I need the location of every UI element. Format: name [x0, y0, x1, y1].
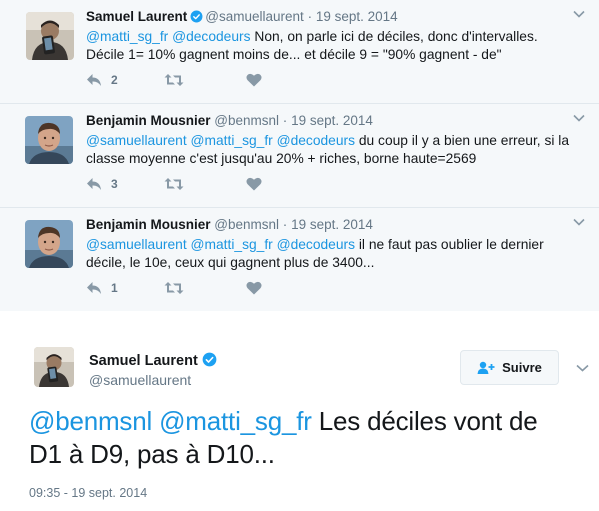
conversation-tweet[interactable]: Samuel Laurent @samuellaurent · 19 sept. …: [0, 0, 599, 104]
author-handle[interactable]: @benmsnl: [214, 113, 279, 128]
main-author-name-text[interactable]: Samuel Laurent: [89, 353, 198, 369]
like-button[interactable]: [246, 72, 271, 88]
mention-links[interactable]: @samuellaurent @matti_sg_fr @decodeurs: [86, 237, 355, 252]
reply-count: 1: [111, 281, 118, 295]
reply-icon: [87, 74, 101, 86]
tweet-text-line2: décile, le 10e, ceux qui gagnent plus de…: [86, 255, 375, 270]
main-author-handle[interactable]: @samuellaurent: [89, 372, 191, 388]
like-button[interactable]: [246, 176, 271, 192]
tweet-date[interactable]: 19 sept. 2014: [291, 113, 373, 128]
reply-button[interactable]: 2: [86, 72, 118, 88]
retweet-icon: [164, 282, 184, 294]
mention-links[interactable]: @matti_sg_fr @decodeurs: [86, 29, 251, 44]
tweet-header: Samuel Laurent @samuellaurent · 19 sept. …: [86, 9, 398, 24]
reply-button[interactable]: 1: [86, 280, 118, 296]
tweet-text-line2: classe moyenne c'est jusqu'au 20% + rich…: [86, 151, 477, 166]
main-author-name[interactable]: Samuel Laurent: [89, 352, 219, 369]
mention-link[interactable]: @benmsnl: [29, 406, 152, 436]
reply-icon: [87, 178, 101, 190]
mention-link[interactable]: @matti_sg_fr: [159, 406, 312, 436]
separator-dot: ·: [282, 113, 288, 128]
conversation-tweet[interactable]: Benjamin Mousnier @benmsnl · 19 sept. 20…: [0, 208, 599, 312]
follow-person-icon: [477, 361, 495, 374]
reply-button[interactable]: 3: [86, 176, 118, 192]
follow-button[interactable]: Suivre: [460, 350, 559, 385]
like-button[interactable]: [246, 280, 271, 296]
mention-links[interactable]: @samuellaurent @matti_sg_fr @decodeurs: [86, 133, 355, 148]
retweet-icon: [164, 74, 184, 86]
tweet-timestamp[interactable]: 09:35 - 19 sept. 2014: [29, 486, 147, 500]
tweet-text-line1: Non, on parle ici de déciles, donc d'int…: [250, 29, 538, 44]
tweet-text: @matti_sg_fr @decodeurs Non, on parle ic…: [86, 28, 586, 64]
follow-button-label: Suivre: [502, 360, 542, 375]
chevron-down-icon[interactable]: [576, 364, 589, 372]
author-handle[interactable]: @samuellaurent: [205, 9, 304, 24]
tweet-header: Benjamin Mousnier @benmsnl · 19 sept. 20…: [86, 113, 373, 128]
main-tweet-text-line2: D1 à D9, pas à D10...: [29, 439, 275, 469]
verified-badge-icon: [202, 352, 217, 367]
tweet-text: @samuellaurent @matti_sg_fr @decodeurs d…: [86, 132, 586, 168]
avatar[interactable]: [25, 116, 73, 164]
like-icon: [246, 177, 262, 191]
tweet-text-line2: Décile 1= 10% gagnent moins de... et déc…: [86, 47, 502, 62]
chevron-down-icon[interactable]: [573, 10, 585, 18]
avatar[interactable]: [25, 220, 73, 268]
reply-icon: [87, 282, 101, 294]
retweet-button[interactable]: [164, 280, 193, 296]
author-name[interactable]: Benjamin Mousnier: [86, 113, 211, 128]
tweet-text-line1: du coup il y a bien une erreur, si la: [355, 133, 570, 148]
main-avatar[interactable]: [34, 347, 74, 387]
separator-dot: ·: [307, 9, 313, 24]
separator-dot: ·: [282, 217, 288, 232]
reply-count: 3: [111, 177, 118, 191]
chevron-down-icon[interactable]: [573, 218, 585, 226]
avatar[interactable]: [26, 12, 74, 60]
retweet-icon: [164, 178, 184, 190]
verified-badge-icon: [190, 10, 203, 23]
author-name[interactable]: Benjamin Mousnier: [86, 217, 211, 232]
author-handle[interactable]: @benmsnl: [214, 217, 279, 232]
like-icon: [246, 73, 262, 87]
tweet-text: @samuellaurent @matti_sg_fr @decodeurs i…: [86, 236, 586, 272]
tweet-date[interactable]: 19 sept. 2014: [291, 217, 373, 232]
main-tweet-text: @benmsnl @matti_sg_fr Les déciles vont d…: [29, 405, 589, 471]
conversation-tweet[interactable]: Benjamin Mousnier @benmsnl · 19 sept. 20…: [0, 104, 599, 208]
tweet-text-line1: il ne faut pas oublier le dernier: [355, 237, 544, 252]
chevron-down-icon[interactable]: [573, 114, 585, 122]
tweet-date[interactable]: 19 sept. 2014: [316, 9, 398, 24]
tweet-header: Benjamin Mousnier @benmsnl · 19 sept. 20…: [86, 217, 373, 232]
main-tweet-text-line1: Les déciles vont de: [311, 406, 538, 436]
reply-count: 2: [111, 73, 118, 87]
retweet-button[interactable]: [164, 176, 193, 192]
author-name[interactable]: Samuel Laurent: [86, 9, 187, 24]
conversation-thread: Samuel Laurent @samuellaurent · 19 sept. …: [0, 0, 599, 311]
like-icon: [246, 281, 262, 295]
retweet-button[interactable]: [164, 72, 193, 88]
